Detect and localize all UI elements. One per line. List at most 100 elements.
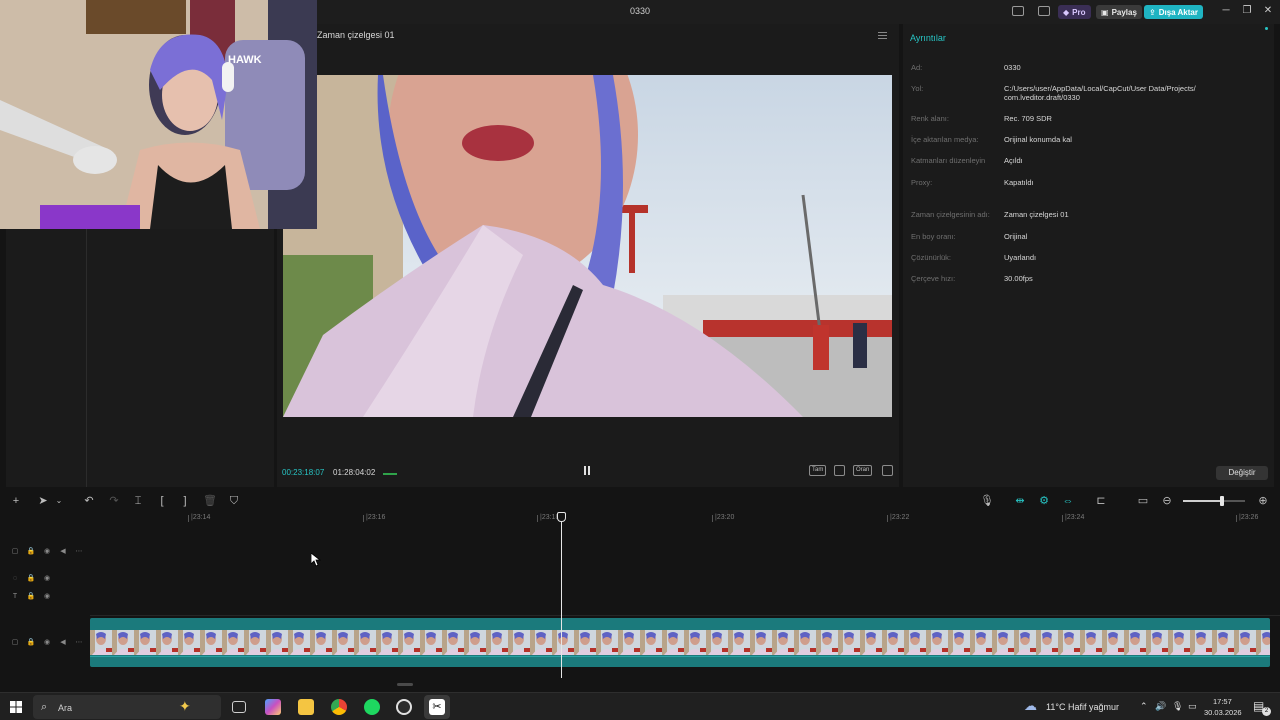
delete-icon[interactable]: 🗑 bbox=[203, 494, 217, 508]
shield-icon[interactable]: ⛉ bbox=[227, 494, 241, 508]
taskbar-search[interactable]: ⌕ Ara ✦ bbox=[33, 695, 221, 719]
menu-icon[interactable] bbox=[878, 32, 887, 39]
weather-text[interactable]: 11°C Hafif yağmur bbox=[1046, 702, 1119, 712]
clock-time[interactable]: 17:57 bbox=[1213, 697, 1232, 706]
network-icon[interactable]: ▭ bbox=[1188, 701, 1197, 712]
notification-badge: 2 bbox=[1262, 707, 1271, 716]
copilot-app-icon[interactable] bbox=[265, 699, 281, 715]
speaker-icon[interactable]: ◀ bbox=[58, 545, 68, 559]
lock-icon[interactable]: 🔒 bbox=[26, 636, 36, 650]
ratio-button[interactable]: Oran bbox=[853, 465, 873, 476]
detail-value: Rec. 709 SDR bbox=[1004, 114, 1052, 123]
zoom-out-icon[interactable]: ⊖ bbox=[1160, 494, 1174, 508]
eye-icon[interactable]: ◉ bbox=[42, 545, 52, 559]
fullscreen-icon[interactable] bbox=[882, 465, 893, 476]
main-track-lane bbox=[90, 615, 1280, 616]
playhead-handle[interactable] bbox=[557, 512, 566, 522]
status-dot bbox=[1265, 27, 1268, 30]
select-tool-icon[interactable]: ➤ bbox=[36, 494, 50, 508]
volume-icon[interactable]: 🔊 bbox=[1155, 701, 1166, 712]
clock-date[interactable]: 30.03.2026 bbox=[1204, 708, 1242, 717]
link-icon[interactable]: ⇹ bbox=[1013, 494, 1027, 508]
timeline-scrollbar[interactable] bbox=[397, 683, 413, 686]
detail-value: 0330 bbox=[1004, 63, 1021, 72]
close-icon[interactable]: ✕ bbox=[1261, 5, 1275, 16]
speaker-icon[interactable]: ◀ bbox=[58, 636, 68, 650]
zoom-slider[interactable] bbox=[1183, 496, 1245, 506]
video-clip[interactable] bbox=[90, 618, 1270, 667]
media-panel bbox=[6, 229, 274, 487]
change-button[interactable]: Değiştir bbox=[1216, 466, 1268, 480]
playhead[interactable] bbox=[557, 512, 566, 678]
ruler-tick: |23:26 bbox=[1235, 514, 1259, 522]
ruler-tick: |23:20 bbox=[711, 514, 735, 522]
more-icon[interactable]: ⋯ bbox=[74, 545, 84, 559]
windows-start-icon[interactable] bbox=[10, 701, 22, 713]
detail-label: Ad: bbox=[911, 63, 923, 72]
timeline-area[interactable] bbox=[90, 512, 1280, 688]
chevron-down-icon[interactable]: ⌄ bbox=[52, 494, 66, 508]
timeline-toolbar: + ➤ ⌄ ↶ ↷ ⌶ [ ] 🗑 ⛉ 🎙 ⇹ ⚙ ⇔ ⊏ ▭ ⊖ ⊕ bbox=[0, 490, 1280, 512]
eye-icon[interactable]: ◉ bbox=[42, 636, 52, 650]
video-frame-image bbox=[283, 75, 892, 417]
restore-icon[interactable]: ❐ bbox=[1240, 5, 1254, 16]
audio-waveform bbox=[90, 656, 1270, 657]
mouse-cursor-icon bbox=[311, 553, 321, 567]
eye-icon[interactable]: ◉ bbox=[42, 572, 52, 586]
trim-right-icon[interactable]: ] bbox=[178, 494, 192, 508]
video-preview[interactable] bbox=[283, 75, 892, 417]
pro-button[interactable]: ◆ Pro bbox=[1058, 5, 1091, 19]
snap-icon[interactable]: ⇔ bbox=[1061, 494, 1075, 508]
eye-icon[interactable]: ◉ bbox=[42, 590, 52, 604]
details-panel: Ayrıntılar Ad: 0330 Yol: C:/Users/user/A… bbox=[903, 24, 1274, 487]
pro-label: Pro bbox=[1072, 7, 1086, 17]
detail-label: Proxy: bbox=[911, 178, 933, 187]
detail-value: Açıldı bbox=[1004, 156, 1023, 165]
share-label: Paylaş bbox=[1111, 7, 1137, 17]
search-icon: ⌕ bbox=[41, 701, 48, 713]
lock-icon[interactable]: 🔒 bbox=[26, 572, 36, 586]
redo-icon[interactable]: ↷ bbox=[107, 494, 121, 508]
lock-icon[interactable]: 🔒 bbox=[26, 545, 36, 559]
minimize-icon[interactable]: ─ bbox=[1219, 5, 1233, 16]
zoom-slider-handle[interactable] bbox=[1220, 496, 1224, 506]
caption-icon[interactable]: ▭ bbox=[1136, 494, 1150, 508]
track-header-video-overlay: ▢ 🔒 ◉ ◀ ⋯ bbox=[0, 545, 90, 559]
detail-label: İçe aktarılan medya: bbox=[911, 135, 979, 144]
chrome-icon[interactable] bbox=[331, 699, 347, 715]
snapshot-icon[interactable] bbox=[834, 465, 845, 476]
microphone-icon[interactable]: 🎙 bbox=[980, 494, 994, 508]
capcut-icon: ✂ bbox=[429, 699, 445, 715]
magnet-icon[interactable]: ⚙ bbox=[1037, 494, 1051, 508]
undo-icon[interactable]: ↶ bbox=[82, 494, 96, 508]
spotify-icon[interactable] bbox=[364, 699, 380, 715]
lock-icon[interactable]: 🔒 bbox=[26, 590, 36, 604]
player-title: Zaman çizelgesi 01 bbox=[317, 30, 395, 40]
split-icon[interactable]: ⌶ bbox=[131, 494, 145, 508]
shortcut-icon[interactable] bbox=[1038, 6, 1050, 16]
full-quality-button[interactable]: Tam bbox=[809, 465, 827, 476]
pause-button[interactable] bbox=[583, 466, 591, 475]
task-view-icon[interactable] bbox=[232, 701, 246, 713]
track-type-icon: ▢ bbox=[11, 548, 19, 555]
detail-value: 30.00fps bbox=[1004, 274, 1033, 283]
export-button[interactable]: ⇪ Dışa Aktar bbox=[1144, 5, 1203, 19]
add-icon[interactable]: + bbox=[9, 494, 23, 508]
more-icon[interactable]: ⋯ bbox=[74, 636, 84, 650]
detail-value: Orijinal bbox=[1004, 232, 1028, 241]
copilot-sparkle-icon: ✦ bbox=[179, 698, 191, 714]
share-button[interactable]: ▣ Paylaş bbox=[1096, 5, 1142, 19]
timeline-ruler[interactable]: |23:14 |23:16 |23:18 |23:20 |23:22 |23:2… bbox=[90, 512, 1280, 526]
file-explorer-icon[interactable] bbox=[298, 699, 314, 715]
layout-icon[interactable] bbox=[1012, 6, 1024, 16]
trim-left-icon[interactable]: [ bbox=[155, 494, 169, 508]
weather-icon: ☁ bbox=[1024, 698, 1037, 713]
text-icon: T bbox=[12, 593, 18, 600]
preview-axis-icon[interactable]: ⊏ bbox=[1094, 494, 1108, 508]
microphone-tray-icon[interactable]: 🎙 bbox=[1172, 701, 1183, 712]
capcut-taskbar-item[interactable]: ✂ bbox=[424, 695, 450, 719]
webcam-overlay: HAWK bbox=[0, 0, 317, 229]
zoom-in-icon[interactable]: ⊕ bbox=[1256, 494, 1270, 508]
chevron-up-icon[interactable]: ⌃ bbox=[1140, 701, 1148, 712]
obs-icon[interactable] bbox=[396, 699, 412, 715]
